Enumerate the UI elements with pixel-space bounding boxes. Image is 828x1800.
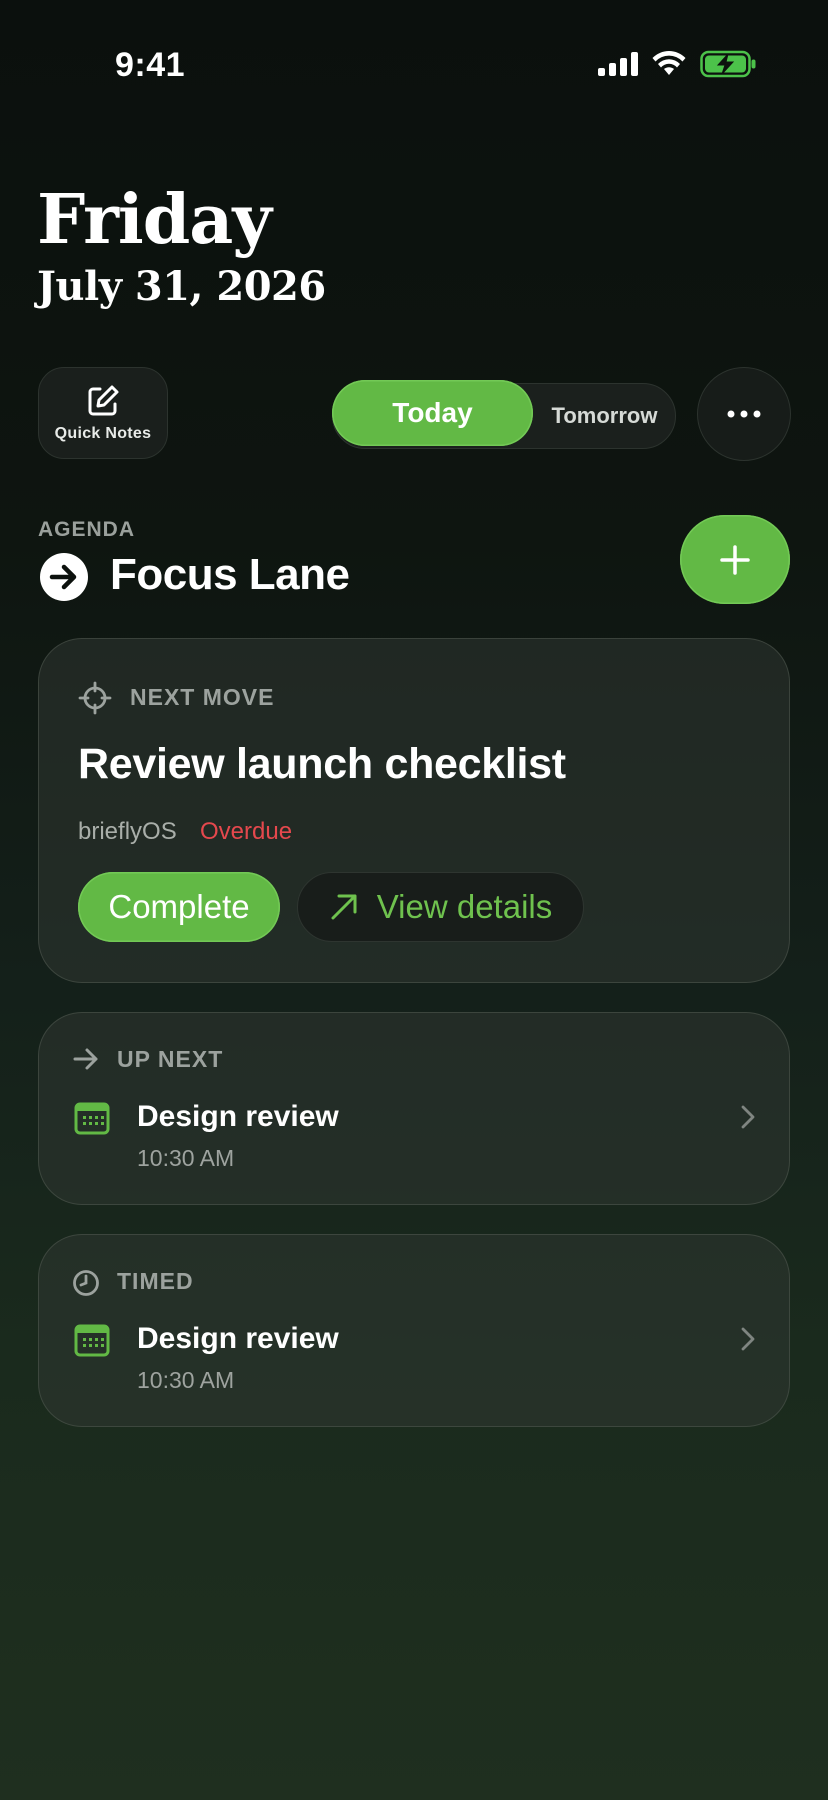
- tab-tomorrow[interactable]: Tomorrow: [533, 383, 676, 449]
- calendar-icon: [74, 1324, 110, 1357]
- up-next-event-title: Design review: [137, 1100, 339, 1133]
- complete-button[interactable]: Complete: [78, 872, 280, 942]
- arrow-right-icon: [73, 1048, 98, 1070]
- compose-icon: [88, 385, 119, 416]
- plus-icon: [720, 544, 750, 575]
- clock-icon: [73, 1270, 99, 1296]
- signal-icon: [598, 52, 638, 76]
- timed-label: TIMED: [117, 1268, 194, 1294]
- day-heading: Friday: [37, 180, 272, 260]
- task-title: Review launch checklist: [78, 740, 566, 788]
- status-time: 9:41: [115, 46, 186, 84]
- more-icon: [727, 410, 761, 418]
- date-heading: July 31, 2026: [37, 263, 326, 310]
- chevron-right-icon: [741, 1327, 755, 1351]
- arrow-up-right-icon: [331, 894, 357, 920]
- arrow-right-circle-icon: [40, 553, 88, 601]
- agenda-label: AGENDA: [38, 518, 136, 541]
- calendar-icon: [74, 1102, 110, 1135]
- up-next-event-time: 10:30 AM: [137, 1145, 235, 1171]
- chevron-right-icon: [741, 1105, 755, 1129]
- tab-today[interactable]: Today: [332, 380, 533, 446]
- agenda-title: Focus Lane: [110, 550, 350, 599]
- task-project: brieflyOS: [78, 818, 177, 845]
- view-details-button[interactable]: View details: [297, 872, 584, 942]
- view-details-label: View details: [376, 888, 553, 925]
- overdue-badge: Overdue: [200, 818, 293, 845]
- up-next-label: UP NEXT: [117, 1046, 224, 1072]
- status-icons: [598, 50, 756, 78]
- quick-notes-button[interactable]: Quick Notes: [38, 367, 168, 459]
- quick-notes-label: Quick Notes: [54, 425, 152, 442]
- timed-event-time: 10:30 AM: [137, 1367, 235, 1393]
- add-button[interactable]: [680, 515, 790, 604]
- crosshair-icon: [78, 681, 112, 715]
- wifi-icon: [652, 51, 686, 75]
- more-button[interactable]: [697, 367, 791, 461]
- next-move-label: NEXT MOVE: [130, 684, 275, 710]
- battery-charging-icon: [700, 50, 756, 78]
- timed-event-title: Design review: [137, 1322, 339, 1355]
